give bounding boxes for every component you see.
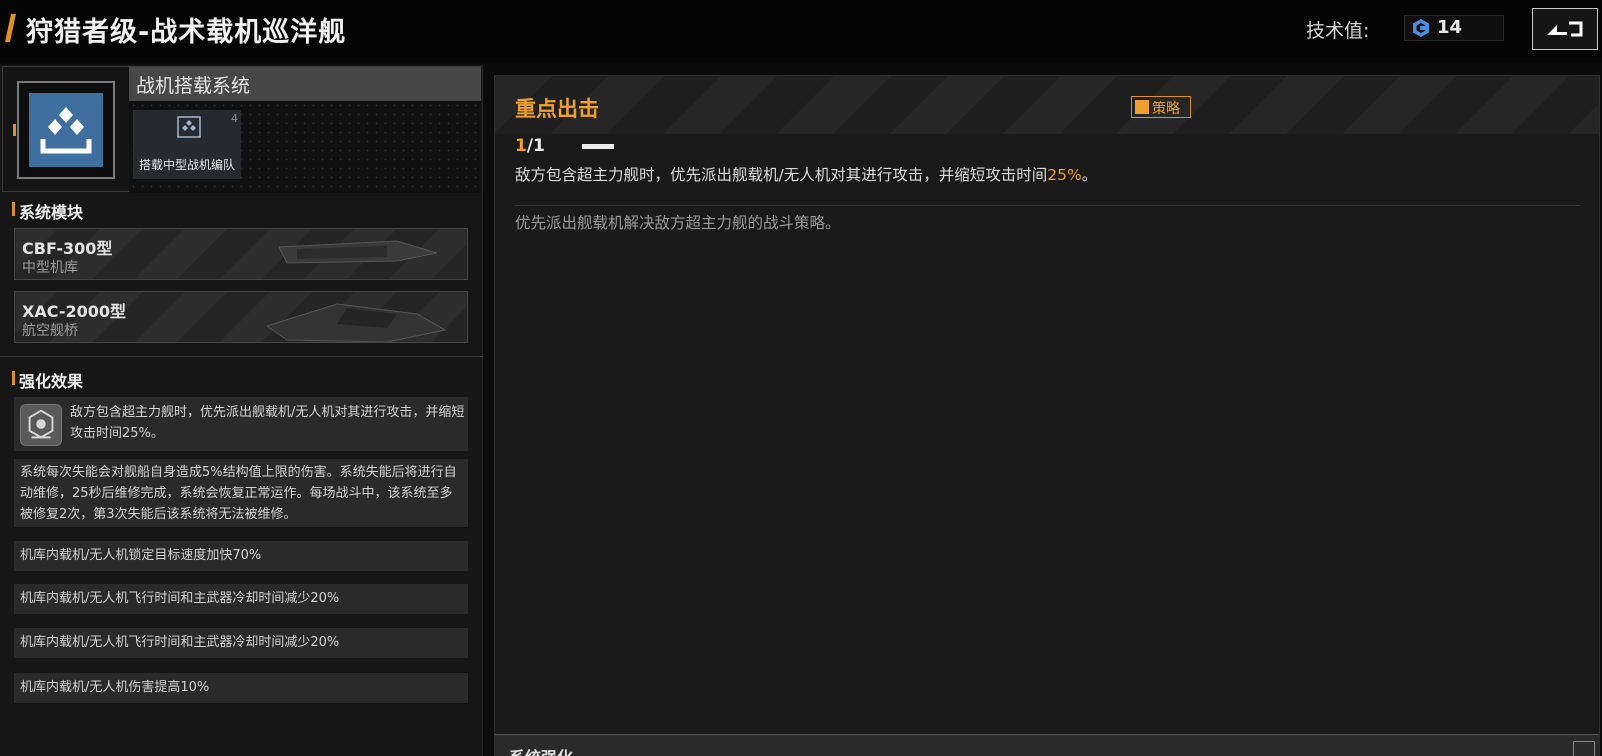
tech-value-label: 技术值:	[1306, 20, 1370, 42]
effect-item: 机库内载机/无人机伤害提高10%	[14, 673, 468, 703]
effect-item: 敌方包含超主力舰时，优先派出舰载机/无人机对其进行攻击，并缩短攻击时间25%。	[14, 397, 468, 451]
effect-item: 系统每次失能会对舰船自身造成5%结构值上限的伤害。系统失能后将进行自动维修，25…	[14, 459, 468, 527]
effect-item: 机库内载机/无人机飞行时间和主武器冷却时间减少20%	[14, 628, 468, 658]
squad-icon	[177, 116, 201, 138]
strategy-badge-icon	[1135, 100, 1149, 114]
modules-accent-tick	[12, 202, 15, 216]
section-divider	[0, 356, 483, 357]
description-divider	[515, 205, 1580, 206]
module-xac-2000[interactable]: XAC-2000型 航空舰桥	[14, 291, 468, 343]
squad-slot[interactable]: 4 搭载中型战机编队	[133, 110, 241, 179]
squad-count: 4	[231, 112, 238, 125]
carrier-system-header: 战机搭载系统	[129, 67, 481, 101]
module-name: XAC-2000型	[22, 302, 127, 321]
effect-item: 机库内载机/无人机锁定目标速度加快70%	[14, 541, 468, 571]
effects-section-title: 强化效果	[19, 372, 84, 391]
page-title: 狩猎者级-战术载机巡洋舰	[26, 17, 347, 48]
module-ship-image	[278, 240, 438, 264]
desc-highlight: 25%	[1047, 166, 1082, 184]
top-bar: 狩猎者级-战术载机巡洋舰 技术值: 14	[0, 0, 1602, 62]
tech-points-icon	[1413, 19, 1429, 37]
strategy-detail-panel: 重点出击 策略 1/1 敌方包含超主力舰时，优先派出舰载机/无人机对其进行攻击，…	[494, 75, 1600, 756]
module-type: 航空舰桥	[22, 323, 78, 339]
strategy-header: 重点出击 策略	[495, 76, 1599, 134]
desc-tail: 。	[1081, 166, 1098, 184]
page-indicator: 1/1	[515, 136, 545, 156]
effect-text: 机库内载机/无人机飞行时间和主武器冷却时间减少20%	[20, 591, 340, 606]
effect-text: 机库内载机/无人机锁定目标速度加快70%	[20, 548, 262, 563]
carrier-accent-tick	[13, 124, 16, 136]
effect-text: 系统每次失能会对舰船自身造成5%结构值上限的伤害。系统失能后将进行自动维修，25…	[20, 465, 457, 522]
expand-button[interactable]	[1573, 741, 1595, 756]
carrier-system-title: 战机搭载系统	[136, 75, 251, 97]
page-progress-bar	[582, 144, 614, 149]
carrier-slots: 4 搭载中型战机编队	[129, 101, 481, 193]
strategy-effect-icon	[20, 404, 62, 446]
module-name: CBF-300型	[22, 239, 113, 258]
tech-value: 14	[1437, 17, 1463, 38]
tech-value-box: 14	[1404, 15, 1504, 41]
desc-text: 敌方包含超主力舰时，优先派出舰载机/无人机对其进行攻击，并缩短攻击时间	[515, 166, 1048, 184]
strategy-badge-label: 策略	[1152, 101, 1180, 117]
strategy-description: 敌方包含超主力舰时，优先派出舰载机/无人机对其进行攻击，并缩短攻击时间25%。	[515, 163, 1097, 185]
effect-item: 机库内载机/无人机飞行时间和主武器冷却时间减少20%	[14, 584, 468, 614]
strategy-title: 重点出击	[515, 97, 599, 121]
back-button[interactable]	[1532, 8, 1598, 50]
system-upgrade-title: 系统强化	[509, 744, 573, 756]
back-arrow-icon	[1547, 21, 1583, 37]
system-upgrade-bar[interactable]: 系统强化	[495, 734, 1599, 756]
page-total: /1	[526, 136, 545, 156]
module-ship-image	[267, 303, 447, 342]
module-type: 中型机库	[22, 260, 78, 276]
effect-text: 敌方包含超主力舰时，优先派出舰载机/无人机对其进行攻击，并缩短攻击时间25%。	[70, 405, 465, 441]
effect-text: 机库内载机/无人机伤害提高10%	[20, 680, 210, 695]
modules-section-title: 系统模块	[19, 203, 84, 222]
carrier-system-icon-frame	[17, 81, 115, 179]
squad-label: 搭载中型战机编队	[138, 158, 235, 172]
strategy-flavor-text: 优先派出舰载机解决敌方超主力舰的战斗策略。	[515, 214, 841, 232]
carrier-system-card: 战机搭载系统 4 搭载中型战机编队	[2, 66, 481, 193]
effect-text: 机库内载机/无人机飞行时间和主武器冷却时间减少20%	[20, 635, 340, 650]
system-info-panel: 战机搭载系统 4 搭载中型战机编队 系统模块 CBF-300型 中型机库 XAC…	[0, 65, 483, 756]
effects-accent-tick	[12, 371, 15, 385]
page-current: 1	[515, 136, 527, 156]
title-accent-mark	[5, 14, 16, 42]
module-cbf-300[interactable]: CBF-300型 中型机库	[14, 228, 468, 280]
hangar-icon	[29, 93, 103, 167]
strategy-badge: 策略	[1131, 96, 1191, 118]
